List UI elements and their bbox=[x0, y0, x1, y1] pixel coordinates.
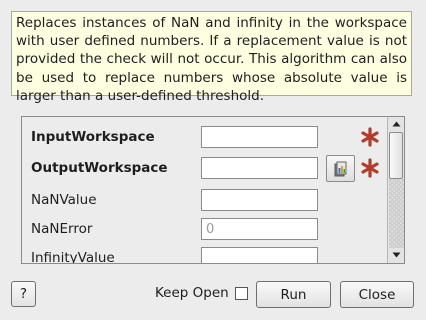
property-row-nanvalue: NaNValue bbox=[22, 188, 388, 214]
property-label: InfinityValue bbox=[31, 250, 115, 264]
keep-open-checkbox[interactable] bbox=[235, 287, 248, 300]
algorithm-description: Replaces instances of NaN and infinity i… bbox=[11, 11, 412, 104]
scroll-down-button[interactable] bbox=[388, 248, 404, 263]
nanerror-field[interactable] bbox=[201, 218, 318, 240]
nanvalue-field[interactable] bbox=[201, 189, 318, 211]
close-button[interactable]: Close bbox=[340, 281, 414, 308]
vertical-scrollbar[interactable] bbox=[387, 117, 404, 263]
property-label: OutputWorkspace bbox=[31, 160, 168, 176]
scroll-up-button[interactable] bbox=[388, 117, 404, 132]
help-button[interactable]: ? bbox=[11, 281, 36, 307]
property-row-outputworkspace: OutputWorkspace bbox=[22, 155, 388, 182]
keep-open-label: Keep Open bbox=[155, 285, 229, 301]
property-label: InputWorkspace bbox=[31, 129, 155, 145]
property-row-inputworkspace: InputWorkspace bbox=[22, 125, 388, 151]
workspace-browse-button[interactable] bbox=[326, 155, 355, 182]
infinityvalue-field[interactable] bbox=[201, 247, 318, 263]
workspace-stack-icon bbox=[334, 161, 347, 177]
arrow-up-icon bbox=[392, 121, 401, 127]
outputworkspace-field[interactable] bbox=[201, 157, 318, 179]
mandatory-star-icon bbox=[361, 127, 379, 147]
properties-panel: InputWorkspace OutputWorkspace NaNValue … bbox=[21, 116, 405, 264]
run-button[interactable]: Run bbox=[256, 281, 331, 308]
property-row-nanerror: NaNError bbox=[22, 217, 388, 243]
inputworkspace-field[interactable] bbox=[201, 126, 318, 148]
mandatory-star-icon bbox=[361, 158, 379, 178]
scrollbar-thumb[interactable] bbox=[389, 132, 403, 179]
scrollbar-track[interactable] bbox=[389, 179, 404, 248]
property-label: NaNError bbox=[31, 221, 93, 237]
property-label: NaNValue bbox=[31, 192, 97, 208]
arrow-down-icon bbox=[392, 252, 401, 258]
property-row-infinityvalue: InfinityValue bbox=[22, 246, 388, 264]
